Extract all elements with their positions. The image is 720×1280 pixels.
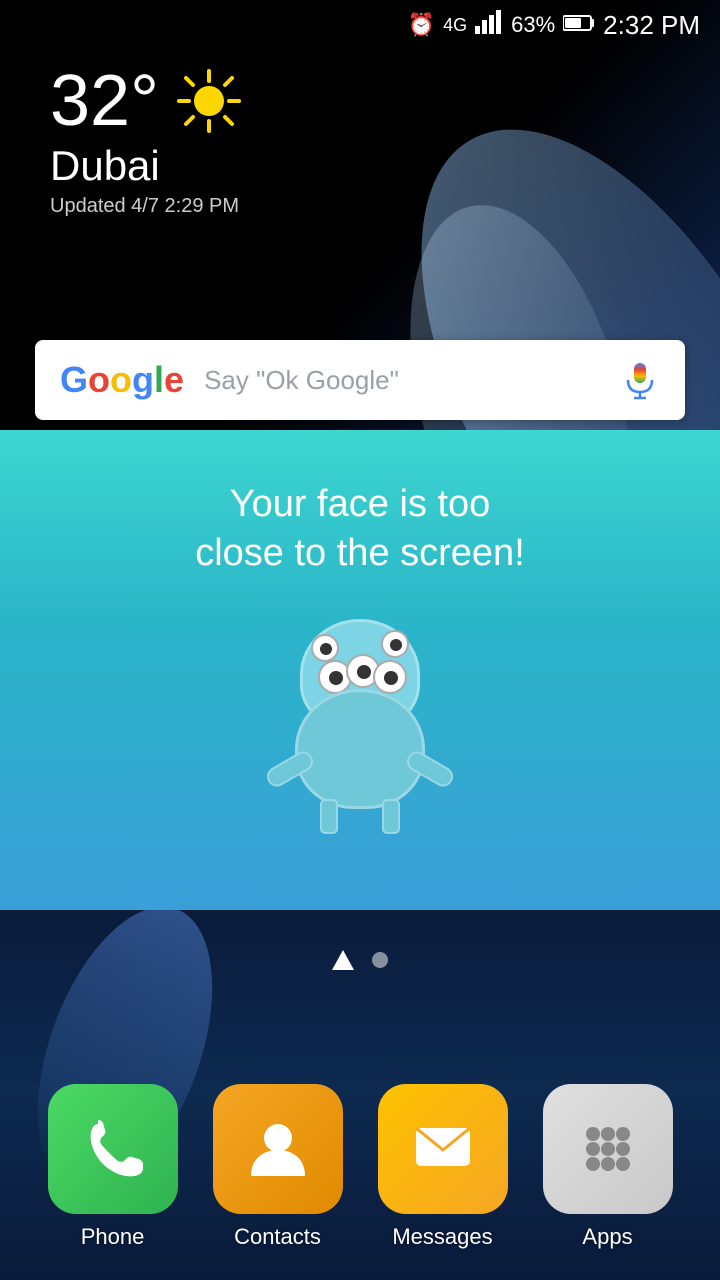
- face-notification: Your face is tooclose to the screen!: [0, 430, 720, 910]
- face-too-close-message: Your face is tooclose to the screen!: [155, 480, 565, 579]
- messages-icon-bg[interactable]: [378, 1084, 508, 1214]
- dock: Phone Contacts Messages: [0, 1084, 720, 1250]
- dock-item-contacts[interactable]: Contacts: [213, 1084, 343, 1250]
- google-logo: Google: [60, 359, 184, 401]
- dock-item-messages[interactable]: Messages: [378, 1084, 508, 1250]
- microphone-icon[interactable]: [620, 360, 660, 400]
- messages-icon: [408, 1114, 478, 1184]
- phone-label: Phone: [81, 1224, 145, 1250]
- home-page-indicator: [332, 950, 354, 970]
- temperature: 32°: [50, 65, 159, 137]
- network-type: 4G: [443, 15, 467, 36]
- apps-label: Apps: [582, 1224, 632, 1250]
- sun-icon: [174, 66, 244, 136]
- dock-item-phone[interactable]: Phone: [48, 1084, 178, 1250]
- signal-bars: [475, 10, 503, 40]
- contacts-label: Contacts: [234, 1224, 321, 1250]
- weather-widget: 32° Dubai Updated 4/7 2:29 PM: [50, 65, 244, 218]
- alarm-icon: ⏰: [408, 12, 435, 38]
- phone-icon-bg[interactable]: [48, 1084, 178, 1214]
- time: 2:32 PM: [603, 10, 700, 41]
- page-indicators: [332, 950, 388, 970]
- messages-label: Messages: [392, 1224, 492, 1250]
- google-search-bar[interactable]: Google Say "Ok Google": [35, 340, 685, 420]
- city-name: Dubai: [50, 142, 244, 190]
- battery-icon: [563, 12, 595, 38]
- monster-body: [295, 689, 425, 809]
- monster-leg-right: [382, 799, 400, 834]
- monster-leg-left: [320, 799, 338, 834]
- status-bar: ⏰ 4G 63% 2:32 PM: [0, 0, 720, 50]
- monster-eye-2: [381, 630, 409, 658]
- weather-updated: Updated 4/7 2:29 PM: [50, 195, 244, 218]
- monster-eye-1: [311, 634, 339, 662]
- dock-item-apps[interactable]: Apps: [543, 1084, 673, 1250]
- google-search-text[interactable]: Say "Ok Google": [204, 365, 620, 396]
- contacts-icon: [243, 1114, 313, 1184]
- monster-character: [260, 619, 460, 839]
- apps-icon: [573, 1114, 643, 1184]
- page-dot-inactive: [372, 952, 388, 968]
- phone-icon: [78, 1114, 148, 1184]
- battery-percent: 63%: [511, 12, 555, 38]
- apps-icon-bg[interactable]: [543, 1084, 673, 1214]
- monster-eye-5: [373, 660, 407, 694]
- contacts-icon-bg[interactable]: [213, 1084, 343, 1214]
